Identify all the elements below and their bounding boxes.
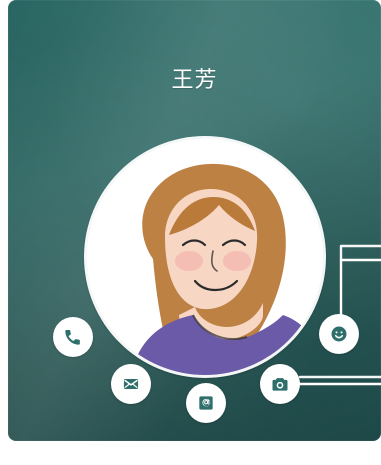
contact-card: 王芳 <box>8 0 381 441</box>
phone-icon <box>63 327 83 347</box>
message-button[interactable] <box>111 364 151 404</box>
email-icon <box>196 393 216 413</box>
camera-icon <box>270 374 290 394</box>
email-button[interactable] <box>186 383 226 423</box>
avatar-image <box>87 139 323 375</box>
emoji-button[interactable] <box>319 314 359 354</box>
camera-button[interactable] <box>260 364 300 404</box>
contact-avatar[interactable] <box>84 136 326 378</box>
call-button[interactable] <box>53 317 93 357</box>
message-icon <box>121 374 141 394</box>
smiley-icon <box>329 324 349 344</box>
contact-name: 王芳 <box>171 68 218 93</box>
